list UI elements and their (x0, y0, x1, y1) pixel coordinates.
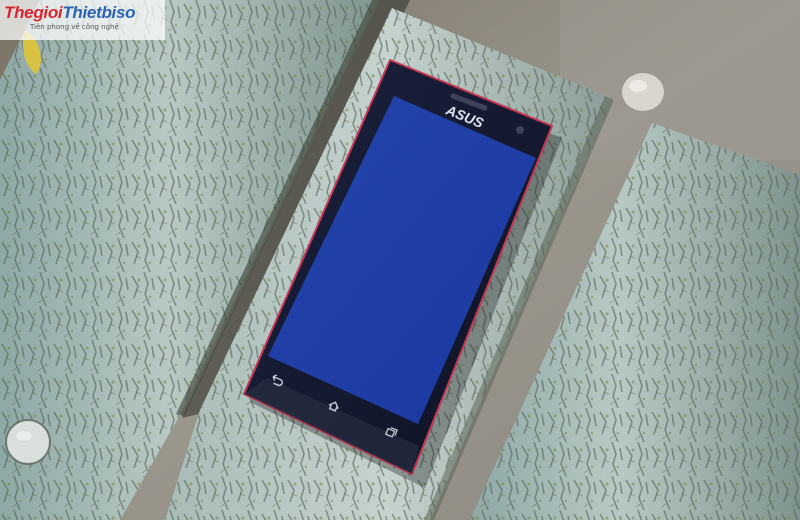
watermark-brand: Thegioi Thietbiso (4, 3, 159, 23)
watermark-brand-part2: Thietbiso (62, 3, 136, 22)
photo-scene: ASUS (0, 0, 800, 520)
watermark-tagline: Tiên phong về công nghệ (30, 23, 119, 31)
front-camera (516, 126, 524, 134)
watermark-brand-part1: Thegioi (4, 3, 63, 22)
watermark: Thegioi Thietbiso Tiên phong về công ngh… (0, 0, 165, 40)
